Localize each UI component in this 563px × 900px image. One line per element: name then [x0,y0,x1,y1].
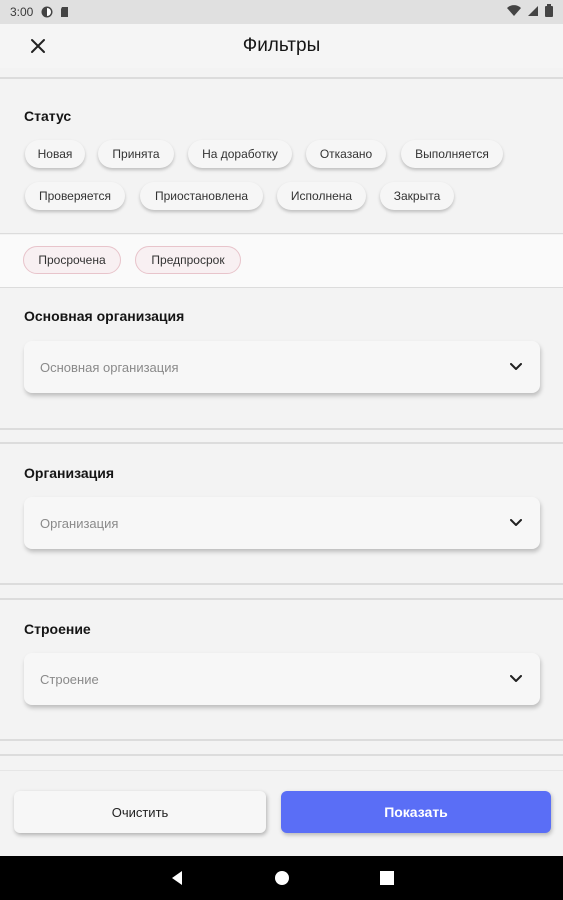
main-org-placeholder: Основная организация [40,359,179,375]
divider [0,598,563,600]
status-bar: 3:00 [0,0,563,24]
building-dropdown[interactable]: Строение [24,653,540,705]
deadline-chip-overdue[interactable]: Просрочена [23,246,121,274]
status-chip-new[interactable]: Новая [25,140,85,168]
footer: Очистить Показать [0,772,563,856]
recents-icon[interactable] [379,871,394,885]
building-placeholder: Строение [40,671,99,687]
status-section-title: Статус [24,108,72,124]
divider [0,739,563,741]
status-time: 3:00 [10,5,34,19]
sd-card-icon [59,6,71,18]
org-title: Организация [24,465,115,481]
privacy-indicator-icon [41,6,53,18]
divider [0,583,563,585]
close-icon[interactable] [26,34,50,58]
status-chip-rejected[interactable]: Отказано [306,140,386,168]
divider [0,77,563,79]
status-chip-in-progress[interactable]: Выполняется [401,140,503,168]
divider [0,770,563,771]
chevron-down-icon [508,359,524,375]
status-chip-accepted[interactable]: Принята [98,140,174,168]
status-chip-suspended[interactable]: Приостановлена [140,182,263,210]
divider [0,233,563,234]
page-title: Фильтры [242,35,321,56]
status-chip-executed[interactable]: Исполнена [277,182,366,210]
building-title: Строение [24,621,91,637]
divider [0,428,563,430]
clear-button[interactable]: Очистить [14,791,266,833]
status-chip-checking[interactable]: Проверяется [25,182,125,210]
app-bar: Фильтры [0,24,563,68]
show-button[interactable]: Показать [281,791,551,833]
divider [0,754,563,756]
org-placeholder: Организация [40,515,119,531]
deadline-chip-pre-deadline[interactable]: Предпросрок [135,246,241,274]
status-chip-closed[interactable]: Закрыта [380,182,454,210]
org-dropdown[interactable]: Организация [24,497,540,549]
status-chip-rework[interactable]: На доработку [188,140,292,168]
chevron-down-icon [508,671,524,687]
main-org-title: Основная организация [24,308,185,324]
signal-icon [527,5,539,20]
wifi-icon [507,4,521,20]
divider [0,287,563,288]
battery-icon [545,4,553,20]
back-icon[interactable] [170,870,184,886]
main-org-dropdown[interactable]: Основная организация [24,341,540,393]
divider [0,442,563,444]
system-nav-bar [0,856,563,900]
chevron-down-icon [508,515,524,531]
home-icon[interactable] [274,870,290,886]
